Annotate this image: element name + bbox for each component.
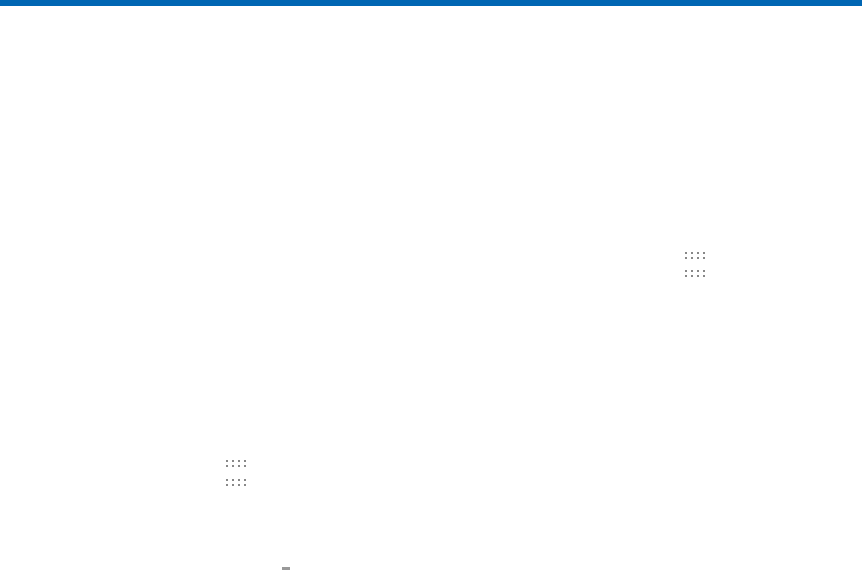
separator-mark <box>282 567 290 570</box>
drag-handle-icon[interactable] <box>226 460 246 467</box>
drag-handle-icon[interactable] <box>685 252 705 259</box>
drag-handle-icon[interactable] <box>226 479 246 486</box>
drag-handle-icon[interactable] <box>685 270 705 277</box>
top-accent-bar <box>0 0 862 6</box>
